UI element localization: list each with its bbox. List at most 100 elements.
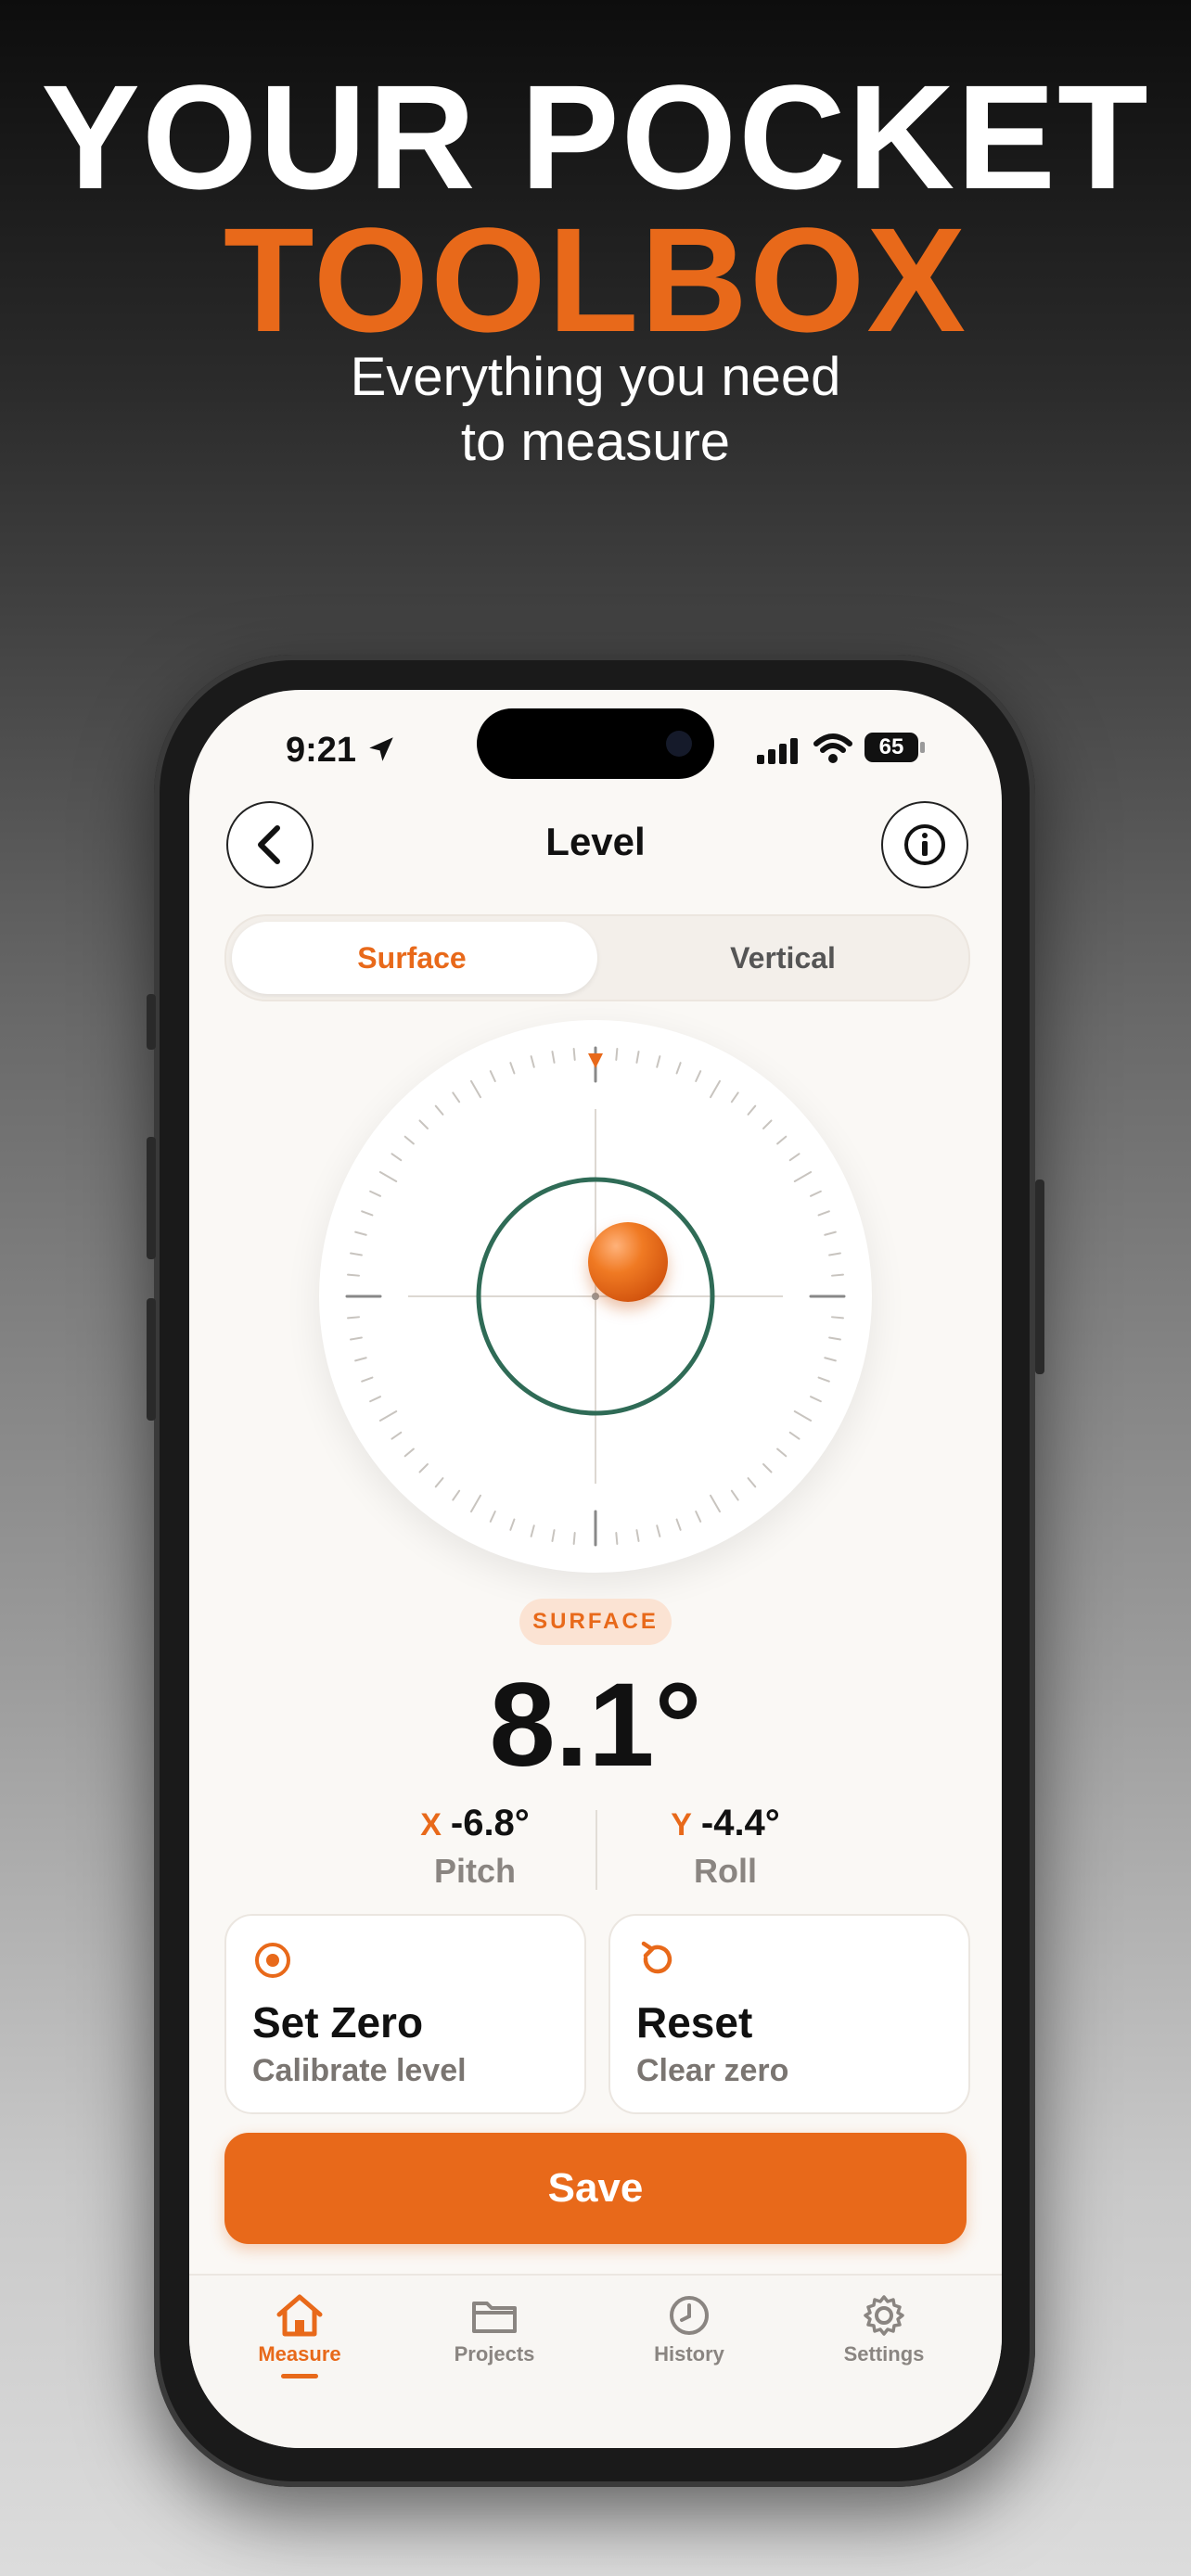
tab-measure-label: Measure (258, 2342, 341, 2366)
info-button[interactable] (881, 801, 968, 888)
reset-arrow-icon (641, 1941, 672, 1974)
dial-tick (730, 1489, 739, 1501)
level-bubble (588, 1222, 668, 1302)
pitch-value: -6.8° (450, 1803, 530, 1843)
status-indicators: 65 (757, 729, 933, 770)
home-icon (276, 2294, 323, 2337)
dial-tick (530, 1055, 535, 1068)
dial-tick (470, 1494, 481, 1513)
dial-tick (762, 1119, 773, 1129)
wifi-icon (813, 733, 852, 763)
dial-tick (378, 1410, 398, 1422)
dial-tick (489, 1070, 496, 1082)
dial-tick (776, 1447, 788, 1458)
segment-vertical[interactable]: Vertical (597, 916, 968, 1000)
pitch-value-row: X -6.8° (354, 1803, 596, 1844)
dial-tick (695, 1511, 702, 1523)
tab-projects-label: Projects (454, 2342, 535, 2366)
dial-tick (361, 1376, 374, 1383)
hero-subtitle: Everything you need to measure (0, 345, 1191, 475)
dial-tick (810, 1190, 822, 1197)
dial-tick (572, 1048, 576, 1061)
dial-tick (434, 1477, 444, 1488)
dial-tick (656, 1055, 661, 1068)
dial-tick (361, 1210, 374, 1217)
tab-settings[interactable]: Settings (787, 2292, 981, 2366)
hero-headline-accent: TOOLBOX (223, 197, 968, 363)
active-tab-indicator (281, 2374, 318, 2378)
dial-tick (509, 1518, 516, 1531)
dial-tick (831, 1316, 844, 1320)
tab-history[interactable]: History (592, 2292, 787, 2366)
dial-tick (615, 1532, 619, 1545)
dial-tick (776, 1135, 788, 1145)
front-camera (666, 731, 692, 757)
dial-tick (793, 1410, 813, 1422)
save-button[interactable]: Save (224, 2133, 967, 2244)
dial-tick (635, 1051, 640, 1064)
dial-tick (391, 1153, 403, 1162)
roll-value: -4.4° (700, 1803, 780, 1843)
status-time: 9:21 (286, 731, 357, 770)
dial-tick (418, 1119, 429, 1129)
phone-volume-down (147, 1298, 156, 1421)
tab-history-label: History (654, 2342, 724, 2366)
roll-label: Roll (694, 1852, 757, 1890)
dial-tick (452, 1091, 461, 1103)
dial-tick (470, 1079, 481, 1099)
dial-tick (810, 1396, 822, 1403)
hero-subtitle-line2: to measure (460, 412, 731, 472)
dial-tick (403, 1447, 415, 1458)
dial-tick (762, 1463, 773, 1473)
hero-subtitle-line1: Everything you need (350, 347, 841, 407)
phone-side-button (147, 994, 156, 1050)
dial-tick (793, 1171, 813, 1182)
dial-tick (391, 1431, 403, 1440)
target-icon (255, 1943, 290, 1978)
angle-reading: 8.1° (489, 1659, 702, 1792)
mode-badge: SURFACE (519, 1599, 672, 1645)
dial-tick (434, 1104, 444, 1116)
set-zero-button[interactable]: Set Zero Calibrate level (224, 1914, 586, 2114)
tab-measure[interactable]: Measure (202, 2292, 397, 2378)
dial-tick (747, 1104, 757, 1116)
dial-tick (551, 1529, 556, 1542)
dial-tick (675, 1518, 682, 1531)
page-title: Level (545, 820, 646, 863)
level-dial (319, 1020, 872, 1573)
dial-tick (828, 1336, 841, 1341)
dynamic-island (477, 708, 714, 779)
dial-tick (824, 1231, 837, 1236)
battery-level: 65 (878, 734, 904, 759)
dial-tick (788, 1153, 800, 1162)
dial-tick (350, 1336, 363, 1341)
pitch-label: Pitch (433, 1852, 516, 1890)
dial-tick (656, 1524, 661, 1537)
dial-tick (369, 1396, 381, 1403)
set-zero-subtitle: Calibrate level (252, 2053, 467, 2088)
x-axis-label: X (420, 1807, 442, 1843)
phone-screen: 9:21 65 Level Surface Vertical SURFACE 8… (189, 690, 1002, 2448)
dial-tick (347, 1273, 360, 1277)
segment-surface[interactable]: Surface (226, 916, 597, 1000)
tab-projects[interactable]: Projects (397, 2292, 592, 2366)
dial-tick (831, 1273, 844, 1277)
dial-tick (828, 1252, 841, 1256)
dial-tick (710, 1079, 721, 1099)
reset-title: Reset (636, 1998, 753, 2047)
y-axis-label: Y (671, 1807, 692, 1843)
dial-tick (403, 1135, 415, 1145)
location-arrow-icon (369, 737, 393, 761)
dial-tick (509, 1062, 516, 1075)
reset-subtitle: Clear zero (636, 2053, 789, 2088)
dial-tick (788, 1431, 800, 1440)
dial-tick (489, 1511, 496, 1523)
reset-button[interactable]: Reset Clear zero (608, 1914, 970, 2114)
dial-tick (530, 1524, 535, 1537)
dial-tick (354, 1231, 367, 1236)
dial-tick (572, 1532, 576, 1545)
battery-tip (920, 742, 925, 753)
folder-icon (472, 2302, 517, 2333)
gear-icon (864, 2295, 904, 2336)
dial-tick (747, 1477, 757, 1488)
